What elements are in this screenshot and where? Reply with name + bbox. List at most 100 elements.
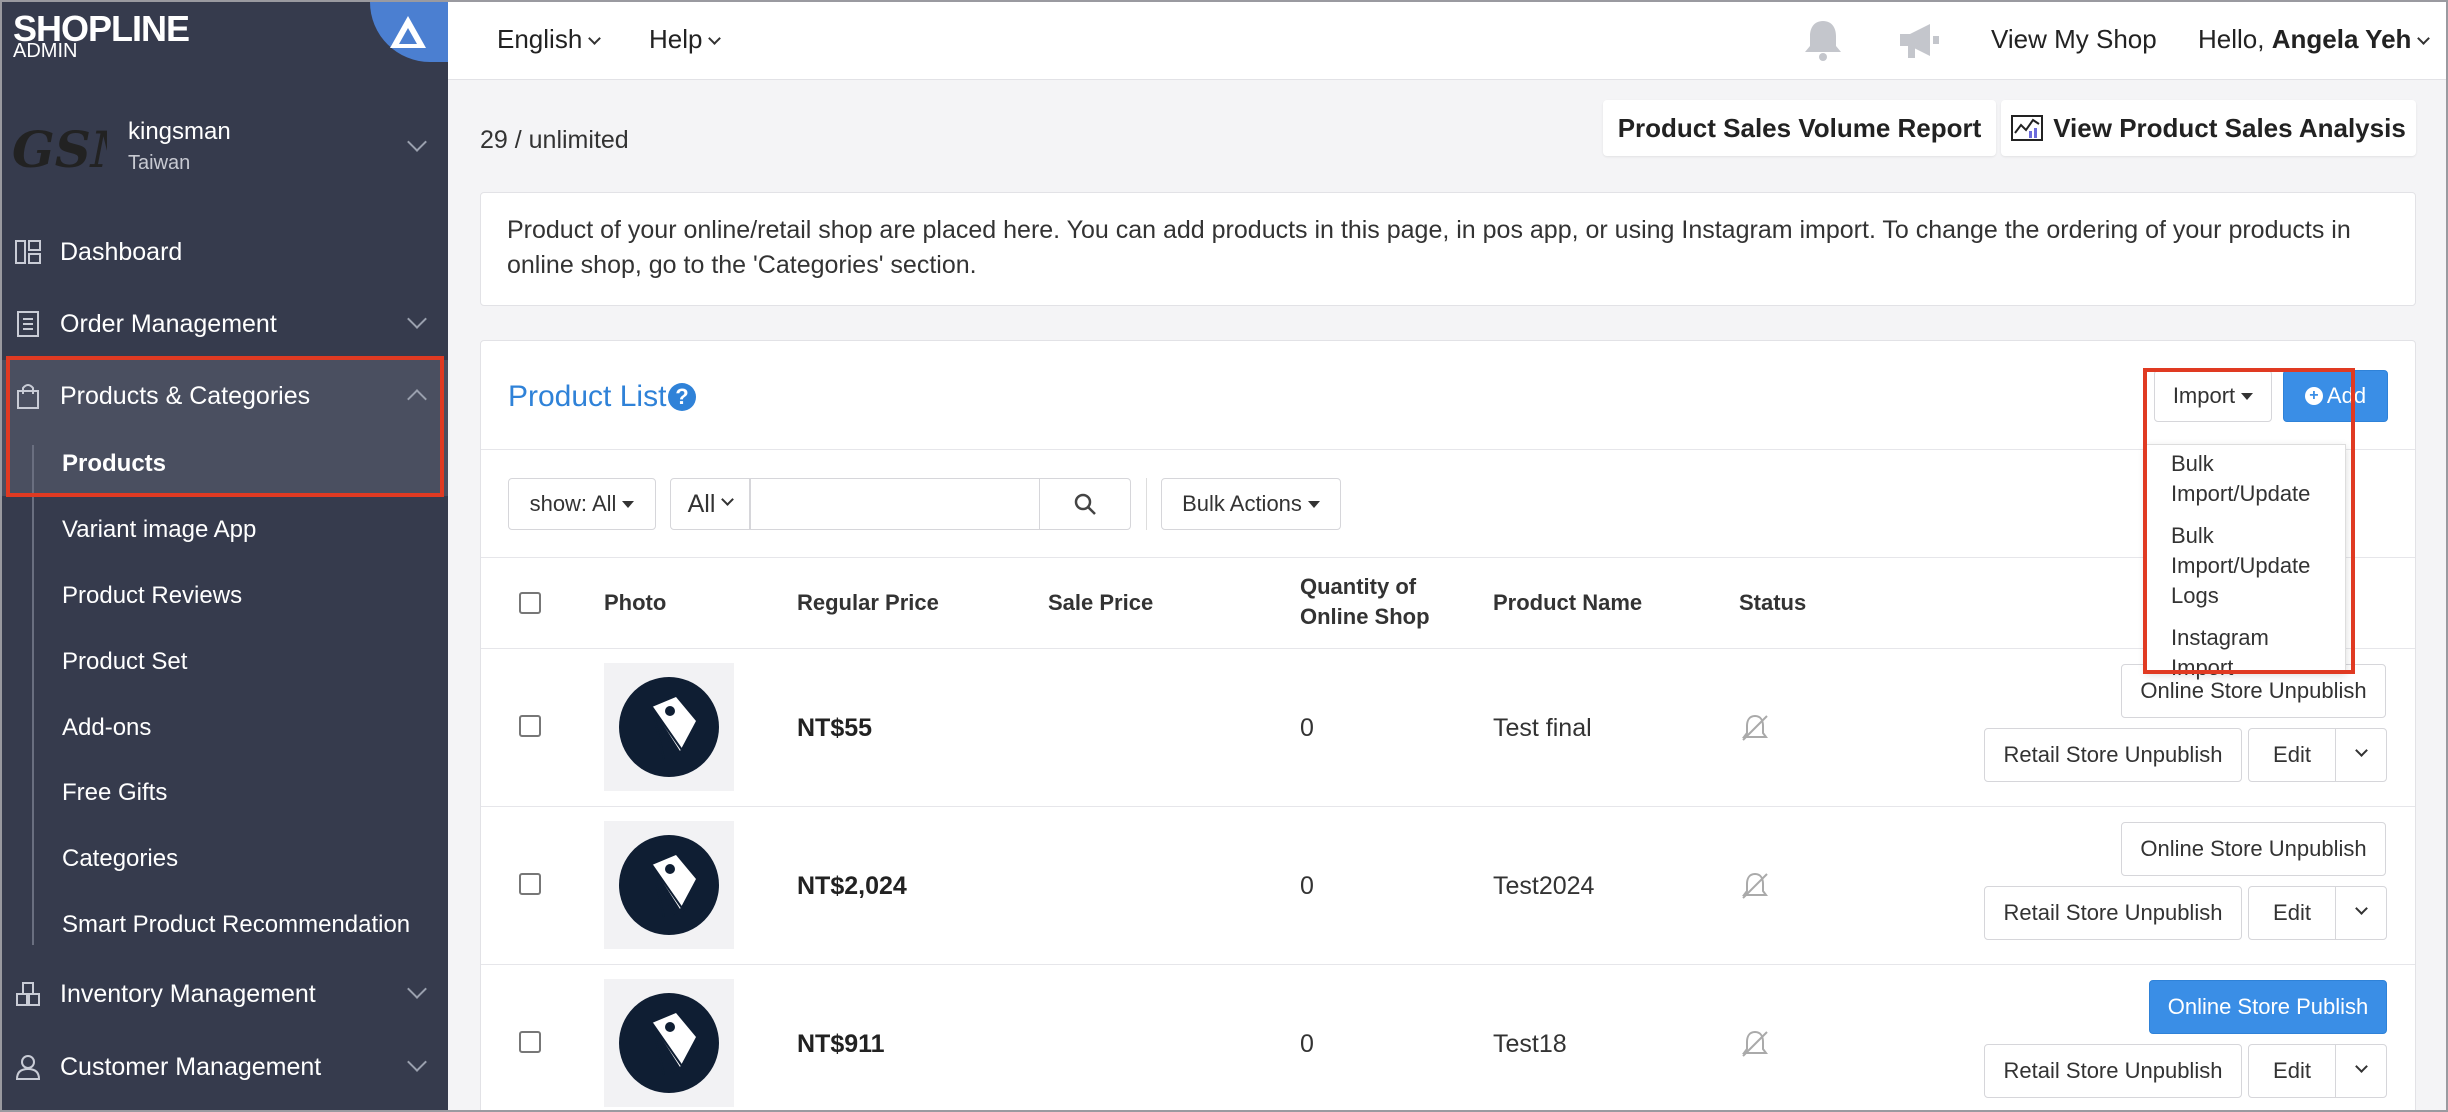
regular-price: NT$2,024 — [797, 872, 907, 900]
product-photo[interactable] — [604, 663, 734, 791]
select-all-checkbox[interactable] — [519, 592, 541, 614]
product-photo[interactable] — [604, 979, 734, 1107]
sidebar-subitem-product-reviews[interactable]: Product Reviews — [62, 582, 242, 610]
column-sale-price: Sale Price — [1048, 590, 1154, 615]
more-actions-button[interactable] — [2335, 728, 2387, 782]
product-photo[interactable] — [604, 821, 734, 949]
edit-button[interactable]: Edit — [2248, 728, 2336, 782]
notification-off-icon — [1742, 872, 1768, 899]
regular-price: NT$55 — [797, 714, 873, 742]
sidebar-subitem-smart-recommendation[interactable]: Smart Product Recommendation — [62, 911, 410, 939]
chevron-down-icon — [2354, 743, 2368, 757]
highlight-box-sidebar — [6, 356, 444, 497]
shop-switcher[interactable]: GSM kingsman Taiwan — [0, 100, 448, 190]
chevron-down-icon — [721, 492, 735, 506]
sidebar-item-label: Order Management — [60, 310, 277, 338]
column-quantity: Quantity of Online Shop — [1300, 574, 1430, 629]
more-actions-button[interactable] — [2335, 1044, 2387, 1098]
user-menu[interactable]: Hello, Angela Yeh — [2198, 24, 2431, 55]
divider — [481, 648, 2415, 649]
language-label: English — [497, 24, 583, 54]
sidebar-subitem-free-gifts[interactable]: Free Gifts — [62, 779, 167, 807]
quantity: 0 — [1300, 1030, 1314, 1058]
row-checkbox[interactable] — [519, 1031, 541, 1053]
caret-down-icon — [1307, 500, 1320, 508]
sidebar-subitem-add-ons[interactable]: Add-ons — [62, 714, 151, 742]
product-name[interactable]: Test final — [1493, 714, 1592, 743]
retail-store-unpublish-button[interactable]: Retail Store Unpublish — [1984, 728, 2242, 782]
product-count: 29 / unlimited — [480, 126, 629, 154]
sidebar-subitem-categories[interactable]: Categories — [62, 845, 178, 873]
column-status: Status — [1739, 590, 1807, 615]
edit-button[interactable]: Edit — [2248, 1044, 2336, 1098]
chevron-down-icon — [407, 309, 427, 329]
help-label: Help — [649, 24, 703, 54]
divider — [481, 449, 2415, 450]
product-list-card — [480, 340, 2416, 1112]
column-product-name: Product Name — [1493, 590, 1643, 615]
retail-store-unpublish-button[interactable]: Retail Store Unpublish — [1984, 1044, 2242, 1098]
brand-logo-sub: ADMIN — [13, 40, 78, 62]
column-regular-price: Regular Price — [797, 590, 939, 615]
filter-divider — [1146, 478, 1147, 530]
sidebar-item-dashboard[interactable]: Dashboard — [0, 218, 448, 284]
order-icon — [17, 311, 39, 337]
sales-analysis-label: View Product Sales Analysis — [2053, 112, 2406, 143]
user-icon — [15, 1055, 41, 1080]
view-my-shop-link[interactable]: View My Shop — [1991, 24, 2157, 55]
sidebar-subitem-variant-image-app[interactable]: Variant image App — [62, 516, 256, 544]
price-tag-icon — [619, 835, 719, 935]
search-button[interactable] — [1039, 478, 1131, 530]
info-banner: Product of your online/retail shop are p… — [480, 192, 2416, 306]
megaphone-icon[interactable] — [1896, 20, 1942, 60]
search-field-select[interactable]: All — [670, 478, 750, 530]
quantity: 0 — [1300, 714, 1314, 742]
quantity: 0 — [1300, 872, 1314, 900]
product-name[interactable]: Test2024 — [1493, 872, 1594, 901]
search-icon — [1074, 493, 1096, 515]
brand-badge — [370, 0, 448, 62]
dashboard-icon — [15, 240, 41, 264]
caret-down-icon — [622, 500, 635, 508]
online-store-publish-button[interactable]: Online Store Publish — [2149, 980, 2387, 1034]
price-tag-icon — [619, 993, 719, 1093]
user-name: Angela Yeh — [2271, 24, 2412, 54]
sidebar-item-orders[interactable]: Order Management — [0, 290, 448, 356]
sidebar-item-label: Inventory Management — [60, 980, 316, 1008]
caret-down-icon — [708, 32, 722, 45]
bell-icon[interactable] — [1802, 18, 1844, 62]
online-store-unpublish-button[interactable]: Online Store Unpublish — [2121, 822, 2386, 876]
product-name[interactable]: Test18 — [1493, 1030, 1567, 1059]
language-dropdown[interactable]: English — [497, 24, 602, 55]
retail-store-unpublish-button[interactable]: Retail Store Unpublish — [1984, 886, 2242, 940]
help-icon[interactable]: ? — [668, 383, 696, 411]
shop-logo: GSM — [12, 120, 107, 179]
row-checkbox[interactable] — [519, 873, 541, 895]
sidebar-item-label: Dashboard — [60, 238, 183, 266]
search-input[interactable] — [750, 478, 1040, 530]
shop-region: Taiwan — [128, 152, 191, 174]
chevron-down-icon — [407, 979, 427, 999]
price-tag-icon — [619, 677, 719, 777]
sidebar-subitem-product-set[interactable]: Product Set — [62, 648, 187, 676]
product-list-title: Product List — [508, 380, 667, 413]
chart-icon — [2011, 115, 2044, 141]
show-filter-dropdown[interactable]: show: All — [508, 478, 656, 530]
more-actions-button[interactable] — [2335, 886, 2387, 940]
submenu-line — [32, 445, 34, 945]
show-filter-label: show: All — [529, 491, 617, 516]
highlight-box-import — [2143, 368, 2355, 674]
sales-analysis-button[interactable]: View Product Sales Analysis — [2001, 100, 2416, 156]
column-photo: Photo — [604, 590, 667, 615]
row-checkbox[interactable] — [519, 715, 541, 737]
sidebar: SHOPLINE ADMIN GSM kingsman Taiwan Dashb… — [0, 0, 448, 1112]
sidebar-item-inventory[interactable]: Inventory Management — [0, 960, 448, 1026]
bulk-actions-dropdown[interactable]: Bulk Actions — [1161, 478, 1341, 530]
edit-button[interactable]: Edit — [2248, 886, 2336, 940]
caret-down-icon — [2417, 32, 2431, 45]
sidebar-item-customers[interactable]: Customer Management — [0, 1033, 448, 1099]
sales-volume-report-button[interactable]: Product Sales Volume Report — [1603, 100, 1996, 156]
help-dropdown[interactable]: Help — [649, 24, 722, 55]
bulk-actions-label: Bulk Actions — [1182, 491, 1302, 516]
logo-area[interactable]: SHOPLINE ADMIN — [0, 0, 448, 80]
